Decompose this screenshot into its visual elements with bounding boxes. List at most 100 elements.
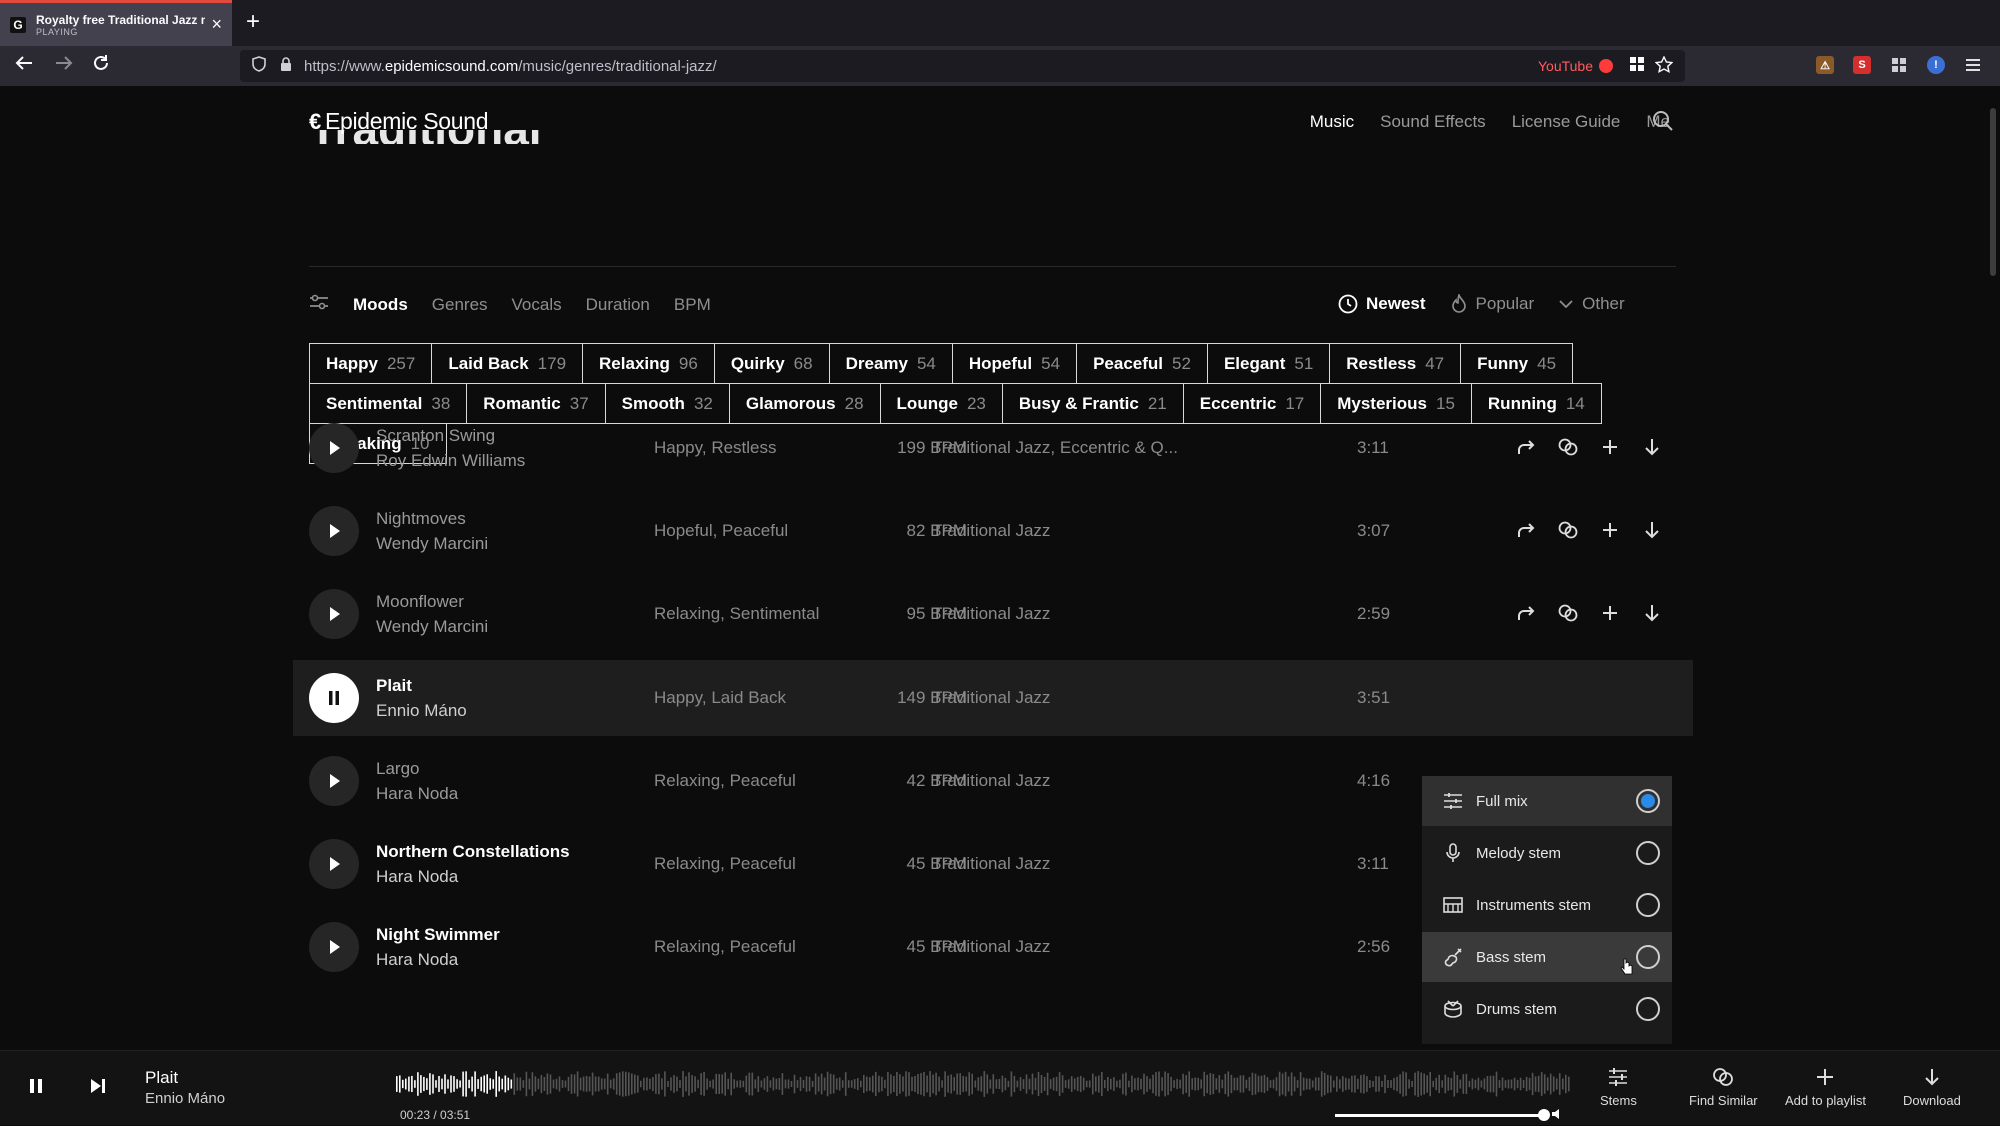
track-row[interactable]: Scranton Swing Roy Edwin Williams Happy,…	[293, 410, 1693, 486]
download-icon[interactable]	[1639, 434, 1664, 459]
bookmark-star-icon[interactable]	[1654, 55, 1674, 79]
pause-button[interactable]	[309, 673, 359, 723]
speaker-icon[interactable]	[1551, 1107, 1563, 1126]
nav-sound-effects[interactable]: Sound Effects	[1380, 112, 1486, 132]
stem-instruments[interactable]: Instruments stem	[1422, 880, 1672, 930]
track-title[interactable]: Northern Constellations	[376, 842, 570, 862]
lock-icon[interactable]	[280, 57, 292, 75]
radio-drums[interactable]	[1636, 997, 1660, 1021]
stems-button[interactable]: Stems	[1600, 1067, 1637, 1108]
mood-chip[interactable]: Restless 47	[1329, 343, 1462, 384]
mood-chip[interactable]: Funny 45	[1460, 343, 1574, 384]
download-button[interactable]: Download	[1903, 1067, 1961, 1108]
track-moods[interactable]: Happy, Restless	[654, 438, 777, 458]
player-track-title[interactable]: Plait	[145, 1068, 178, 1088]
back-icon[interactable]	[14, 52, 36, 80]
sort-other[interactable]: Other	[1558, 294, 1625, 314]
page-scrollbar[interactable]	[1986, 86, 2000, 1050]
mood-chip[interactable]: Happy 257	[309, 343, 433, 384]
skip-next-icon[interactable]	[88, 1075, 108, 1102]
filter-settings-icon[interactable]	[309, 294, 329, 315]
tab-genres[interactable]: Genres	[432, 295, 488, 315]
apps-grid-icon[interactable]	[1629, 56, 1645, 77]
track-row[interactable]: Moonflower Wendy Marcini Relaxing, Senti…	[293, 576, 1693, 652]
mood-chip[interactable]: Dreamy 54	[828, 343, 953, 384]
play-button[interactable]	[309, 922, 359, 972]
track-title[interactable]: Moonflower	[376, 592, 464, 612]
sort-newest[interactable]: Newest	[1338, 294, 1426, 314]
find-similar-icon[interactable]	[1555, 434, 1580, 459]
track-genres[interactable]: Traditional Jazz	[932, 604, 1202, 624]
new-tab-icon[interactable]: +	[246, 8, 260, 36]
share-icon[interactable]	[1513, 434, 1538, 459]
track-artist[interactable]: Wendy Marcini	[376, 617, 488, 637]
download-icon[interactable]	[1639, 517, 1664, 542]
track-title[interactable]: Largo	[376, 759, 419, 779]
track-artist[interactable]: Hara Noda	[376, 784, 458, 804]
share-icon[interactable]	[1513, 600, 1538, 625]
extension-icon-1[interactable]: ⚠	[1816, 56, 1834, 74]
stem-bass[interactable]: Bass stem	[1422, 932, 1672, 982]
add-to-playlist-button[interactable]: Add to playlist	[1785, 1067, 1866, 1108]
mood-chip[interactable]: Hopeful 54	[951, 343, 1078, 384]
mood-chip[interactable]: Peaceful 52	[1076, 343, 1208, 384]
track-title[interactable]: Night Swimmer	[376, 925, 500, 945]
hamburger-menu-icon[interactable]	[1964, 56, 1982, 74]
mood-chip[interactable]: Quirky 68	[713, 343, 830, 384]
search-icon[interactable]	[1652, 110, 1674, 137]
player-track-artist[interactable]: Ennio Máno	[145, 1090, 225, 1107]
extension-icon-2[interactable]: S	[1853, 56, 1871, 74]
track-row[interactable]: Nightmoves Wendy Marcini Hopeful, Peacef…	[293, 493, 1693, 569]
extensions-grid-icon[interactable]	[1890, 56, 1908, 74]
tab-bpm[interactable]: BPM	[674, 295, 711, 315]
track-artist[interactable]: Wendy Marcini	[376, 534, 488, 554]
mood-chip[interactable]: Elegant 51	[1206, 343, 1331, 384]
play-button[interactable]	[309, 756, 359, 806]
find-similar-button[interactable]: Find Similar	[1689, 1067, 1758, 1108]
find-similar-icon[interactable]	[1555, 600, 1580, 625]
track-moods[interactable]: Happy, Laid Back	[654, 688, 786, 708]
track-artist[interactable]: Ennio Máno	[376, 701, 467, 721]
track-moods[interactable]: Relaxing, Sentimental	[654, 604, 819, 624]
radio-full-mix[interactable]	[1636, 789, 1660, 813]
plus-icon[interactable]	[1597, 517, 1622, 542]
track-genres[interactable]: Traditional Jazz	[932, 688, 1202, 708]
nav-music[interactable]: Music	[1310, 112, 1354, 132]
nav-license-guide[interactable]: License Guide	[1512, 112, 1621, 132]
track-genres[interactable]: Traditional Jazz	[932, 937, 1202, 957]
play-button[interactable]	[309, 589, 359, 639]
track-moods[interactable]: Relaxing, Peaceful	[654, 854, 796, 874]
waveform-seekbar[interactable]	[396, 1069, 1571, 1099]
tracking-shield-icon[interactable]	[252, 55, 266, 77]
track-artist[interactable]: Hara Noda	[376, 950, 458, 970]
track-genres[interactable]: Traditional Jazz	[932, 521, 1202, 541]
radio-bass[interactable]	[1636, 945, 1660, 969]
scrollbar-thumb[interactable]	[1990, 108, 1996, 276]
tab-duration[interactable]: Duration	[586, 295, 650, 315]
track-moods[interactable]: Hopeful, Peaceful	[654, 521, 788, 541]
play-button[interactable]	[309, 423, 359, 473]
stem-drums[interactable]: Drums stem	[1422, 984, 1672, 1034]
pause-icon[interactable]	[26, 1075, 46, 1102]
track-genres[interactable]: Traditional Jazz, Eccentric & Q...	[932, 438, 1202, 458]
browser-tab-active[interactable]: G Royalty free Traditional Jazz mu PLAYI…	[0, 0, 232, 46]
track-artist[interactable]: Roy Edwin Williams	[376, 451, 525, 471]
download-icon[interactable]	[1639, 600, 1664, 625]
track-genres[interactable]: Traditional Jazz	[932, 771, 1202, 791]
mood-chip[interactable]: Laid Back 179	[431, 343, 584, 384]
volume-slider[interactable]	[1335, 1114, 1545, 1117]
tab-vocals[interactable]: Vocals	[512, 295, 562, 315]
track-title[interactable]: Scranton Swing	[376, 426, 495, 446]
track-moods[interactable]: Relaxing, Peaceful	[654, 937, 796, 957]
track-artist[interactable]: Hara Noda	[376, 867, 458, 887]
forward-icon[interactable]	[52, 52, 74, 80]
play-button[interactable]	[309, 506, 359, 556]
radio-instruments[interactable]	[1636, 893, 1660, 917]
stem-melody[interactable]: Melody stem	[1422, 828, 1672, 878]
plus-icon[interactable]	[1597, 600, 1622, 625]
play-button[interactable]	[309, 839, 359, 889]
tab-moods[interactable]: Moods	[353, 295, 408, 315]
stem-full-mix[interactable]: Full mix	[1422, 776, 1672, 826]
find-similar-icon[interactable]	[1555, 517, 1580, 542]
volume-slider-knob[interactable]	[1538, 1109, 1550, 1121]
